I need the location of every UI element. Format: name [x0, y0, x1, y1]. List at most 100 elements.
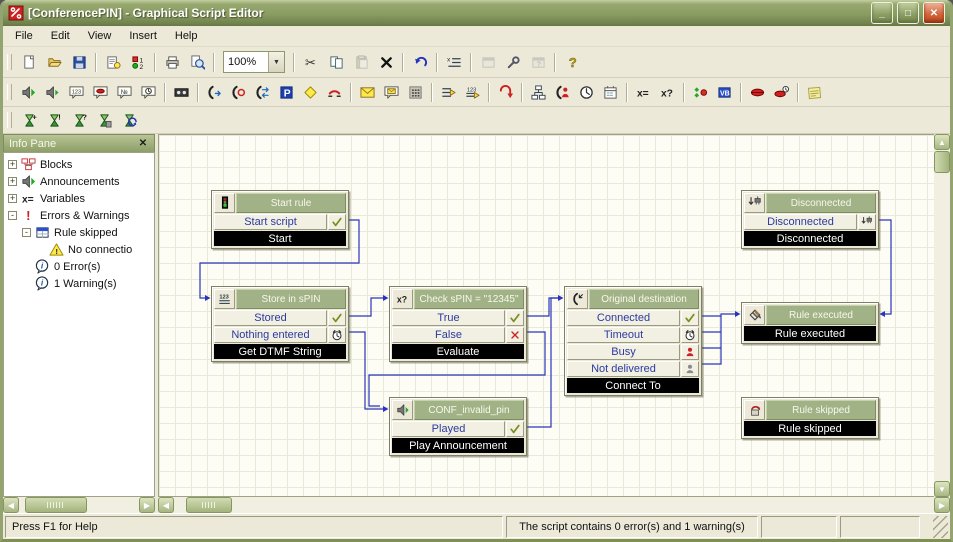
canvas-vscrollbar[interactable]: ▲ ▼: [934, 134, 950, 497]
scrollbar-thumb[interactable]: [25, 497, 87, 513]
tree-item-blocks[interactable]: +Blocks: [4, 156, 154, 173]
branch-connected[interactable]: Connected: [567, 310, 699, 326]
rule-redo-button[interactable]: [117, 109, 141, 131]
block-check-spin[interactable]: x?Check sPIN = "12345"TrueFalseEvaluate: [389, 286, 527, 362]
block-action[interactable]: Rule executed: [744, 326, 876, 341]
tree-item-0-error-s[interactable]: i0 Error(s): [4, 258, 154, 275]
menu-view[interactable]: View: [79, 28, 121, 44]
expander-icon[interactable]: -: [8, 211, 17, 220]
settings-button[interactable]: ?: [526, 51, 550, 73]
toolbar-grip[interactable]: [7, 84, 12, 100]
calendar-button[interactable]: [599, 81, 622, 103]
block-original-destination[interactable]: Original destinationConnectedTimeoutBusy…: [564, 286, 702, 396]
renumber-blocks-button[interactable]: 12: [126, 51, 150, 73]
chevron-down-icon[interactable]: ▼: [268, 52, 284, 72]
voicemail-button[interactable]: [380, 81, 403, 103]
scroll-left-button[interactable]: ◀: [3, 497, 19, 513]
wait-time-button[interactable]: [575, 81, 598, 103]
branch-true[interactable]: True: [392, 310, 524, 326]
disconnect-call-button[interactable]: [323, 81, 346, 103]
block-action[interactable]: Rule skipped: [744, 421, 876, 436]
vb-script-button[interactable]: VB: [713, 81, 736, 103]
block-action[interactable]: Connect To: [567, 378, 699, 393]
print-button[interactable]: [160, 51, 184, 73]
tree-item-errors-warnings[interactable]: -!Errors & Warnings: [4, 207, 154, 224]
scroll-down-button[interactable]: ▼: [934, 481, 950, 497]
evaluate-variable-button[interactable]: x?: [656, 81, 679, 103]
close-button[interactable]: ✕: [923, 2, 945, 24]
tree-item-announcements[interactable]: +Announcements: [4, 173, 154, 190]
get-digits-button[interactable]: 123: [461, 81, 484, 103]
toolbar-grip[interactable]: [7, 54, 12, 70]
branch-timeout[interactable]: Timeout: [567, 327, 699, 343]
hold-call-button[interactable]: [227, 81, 250, 103]
info-pane-hscrollbar[interactable]: ◀ ▶: [3, 497, 155, 513]
script-canvas[interactable]: Start ruleStart scriptStart DisconnectedD…: [158, 134, 934, 497]
toolbar-grip[interactable]: [7, 112, 12, 128]
info-pane-header[interactable]: Info Pane ✕: [3, 134, 155, 152]
block-action[interactable]: Disconnected: [744, 231, 876, 246]
say-time-button[interactable]: [137, 81, 160, 103]
new-document-button[interactable]: [17, 51, 41, 73]
block-action[interactable]: Play Announcement: [392, 438, 524, 453]
assign-variable-button[interactable]: x=: [632, 81, 655, 103]
scrollbar-track[interactable]: [19, 497, 139, 513]
maximize-button[interactable]: □: [897, 2, 919, 24]
branch-button[interactable]: [689, 81, 712, 103]
script-properties-button[interactable]: [101, 51, 125, 73]
tools-button[interactable]: [501, 51, 525, 73]
announce-lips-button[interactable]: [746, 81, 769, 103]
save-button[interactable]: [67, 51, 91, 73]
tree-item-variables[interactable]: +x=Variables: [4, 190, 154, 207]
note-button[interactable]: [803, 81, 826, 103]
expander-icon[interactable]: +: [8, 177, 17, 186]
menu-edit[interactable]: Edit: [42, 28, 79, 44]
branch-nothing-entered[interactable]: Nothing entered: [214, 327, 346, 343]
expander-icon[interactable]: +: [8, 194, 17, 203]
get-dtmf-button[interactable]: [437, 81, 460, 103]
call-contact-button[interactable]: [551, 81, 574, 103]
send-email-button[interactable]: [356, 81, 379, 103]
tree-item-rule-skipped[interactable]: -Rule skipped: [4, 224, 154, 241]
announcement-play-alt-button[interactable]: [41, 81, 64, 103]
minimize-button[interactable]: _: [871, 2, 893, 24]
block-action[interactable]: Evaluate: [392, 344, 524, 359]
block-list-button[interactable]: x: [442, 51, 466, 73]
hangup-button[interactable]: [494, 81, 517, 103]
block-action[interactable]: Get DTMF String: [214, 344, 346, 359]
say-number-button[interactable]: №: [113, 81, 136, 103]
help-button[interactable]: ?: [560, 51, 584, 73]
rule-warning-button[interactable]: !: [42, 109, 66, 131]
record-announcement-button[interactable]: [170, 81, 193, 103]
block-start-rule[interactable]: Start ruleStart scriptStart: [211, 190, 349, 249]
park-call-button[interactable]: P: [275, 81, 298, 103]
block-action[interactable]: Start: [214, 231, 346, 246]
answer-call-button[interactable]: [203, 81, 226, 103]
open-file-button[interactable]: [42, 51, 66, 73]
block-disconnected[interactable]: DisconnectedDisconnectedDisconnected: [741, 190, 879, 249]
scrollbar-track[interactable]: [934, 174, 950, 481]
window-button[interactable]: [476, 51, 500, 73]
tree-item-no-connectio[interactable]: !No connectio: [4, 241, 154, 258]
rule-add-button[interactable]: +: [17, 109, 41, 131]
branch-start-script[interactable]: Start script: [214, 214, 346, 230]
title-bar[interactable]: [ConferencePIN] - Graphical Script Edito…: [3, 0, 950, 26]
close-icon[interactable]: ✕: [137, 138, 149, 149]
announce-timed-button[interactable]: [770, 81, 793, 103]
decision-button[interactable]: [299, 81, 322, 103]
dial-keypad-button[interactable]: [404, 81, 427, 103]
copy-button[interactable]: [324, 51, 348, 73]
expander-icon[interactable]: +: [8, 160, 17, 169]
scroll-right-button[interactable]: ▶: [139, 497, 155, 513]
branch-played[interactable]: Played: [392, 421, 524, 437]
rule-help-button[interactable]: ?: [67, 109, 91, 131]
branch-busy[interactable]: Busy: [567, 344, 699, 360]
block-conf-invalid-pin[interactable]: CONF_invalid_pinPlayedPlay Announcement: [389, 397, 527, 456]
expander-icon[interactable]: -: [22, 228, 31, 237]
menu-help[interactable]: Help: [166, 28, 207, 44]
tree-item-1-warning-s[interactable]: i1 Warning(s): [4, 275, 154, 292]
scrollbar-thumb[interactable]: [934, 151, 950, 173]
menu-file[interactable]: File: [6, 28, 42, 44]
paste-button[interactable]: [349, 51, 373, 73]
undo-button[interactable]: [408, 51, 432, 73]
